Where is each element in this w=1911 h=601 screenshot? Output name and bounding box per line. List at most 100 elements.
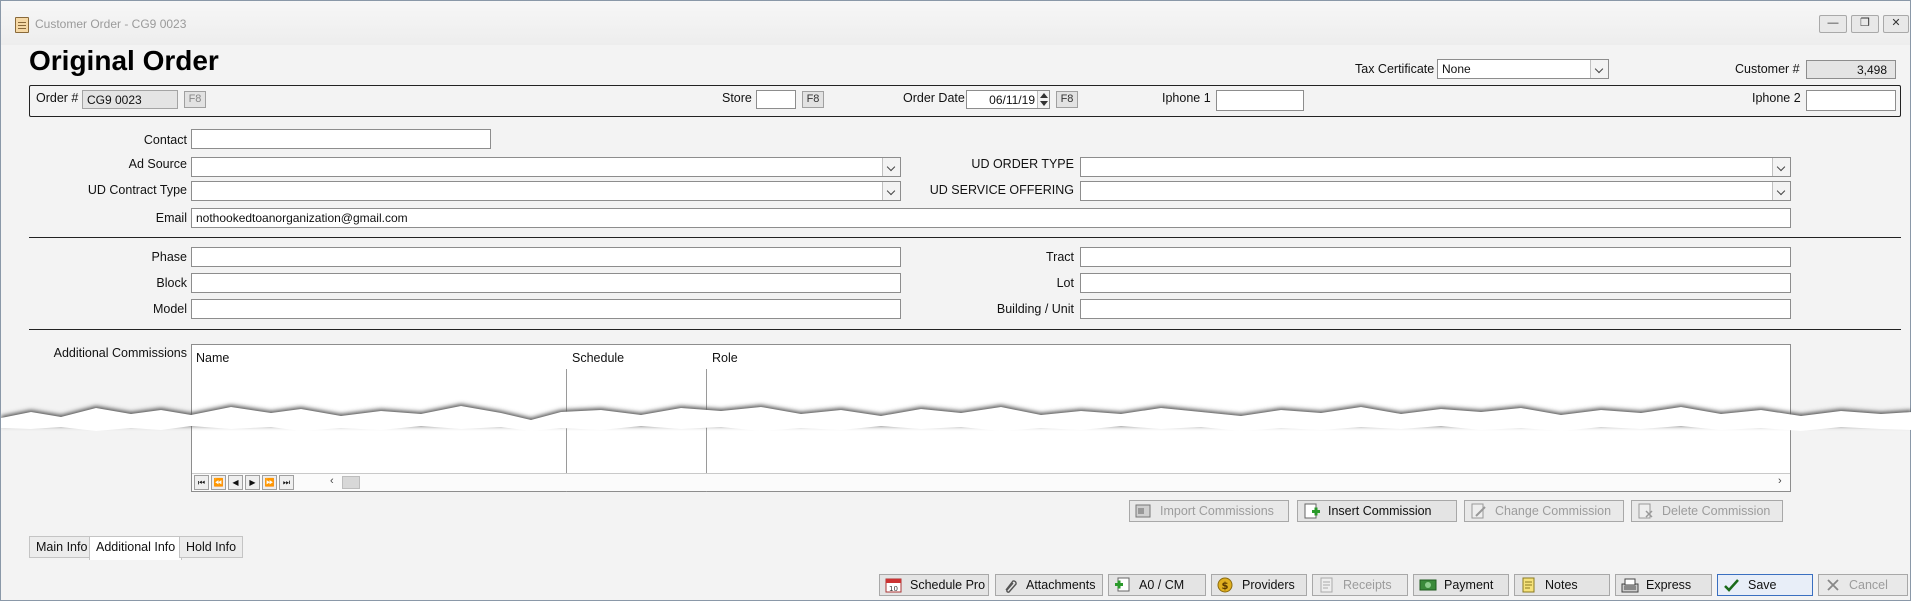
title-bar: Customer Order - CG9 0023 — ❐ ✕ — [1, 1, 1910, 45]
email-field[interactable]: nothookedtoanorganization@gmail.com — [191, 208, 1791, 228]
grid-navigator: ⏮ ⏪ ◀ ▶ ⏩ ⏭ ‹ › — [192, 473, 1790, 491]
ud-service-offering-label: UD SERVICE OFFERING — [929, 183, 1074, 197]
order-date-field[interactable]: 06/11/19 — [966, 90, 1050, 109]
express-button[interactable]: Express — [1615, 574, 1712, 596]
order-number-label: Order # — [36, 91, 79, 105]
horizontal-scrollbar-thumb[interactable] — [342, 476, 360, 489]
additional-commissions-label: Additional Commissions — [53, 346, 187, 360]
chevron-down-icon[interactable] — [1590, 60, 1608, 78]
next-page-icon[interactable]: ⏩ — [262, 475, 277, 490]
order-date-f8-button[interactable]: F8 — [1056, 91, 1078, 108]
chevron-down-icon[interactable] — [1772, 158, 1790, 176]
page-title: Original Order — [29, 45, 219, 76]
save-button[interactable]: Save — [1717, 574, 1813, 596]
email-label: Email — [155, 211, 187, 225]
svg-text:10: 10 — [889, 585, 898, 593]
tract-field[interactable] — [1080, 247, 1791, 267]
chevron-down-icon[interactable] — [882, 182, 900, 200]
tract-label: Tract — [1045, 250, 1074, 264]
import-commissions-button[interactable]: Import Commissions — [1129, 500, 1289, 522]
cancel-icon — [1827, 579, 1839, 591]
calendar-icon: 10 — [885, 578, 902, 593]
tax-certificate-value: None — [1442, 62, 1471, 76]
phase-field[interactable] — [191, 247, 901, 267]
prior-page-icon[interactable]: ⏪ — [211, 475, 226, 490]
ud-service-offering-select[interactable] — [1080, 181, 1791, 201]
receipts-button[interactable]: Receipts — [1312, 574, 1408, 596]
prior-record-icon[interactable]: ◀ — [228, 475, 243, 490]
notes-button[interactable]: Notes — [1514, 574, 1610, 596]
phone2-label: Iphone 2 — [1752, 91, 1801, 105]
payment-button[interactable]: Payment — [1413, 574, 1509, 596]
phone2-field[interactable] — [1806, 90, 1896, 111]
order-lookup-f8-button[interactable]: F8 — [184, 91, 206, 108]
first-record-icon[interactable]: ⏮ — [194, 475, 209, 490]
delete-icon — [1638, 503, 1653, 519]
order-header: Order # CG9 0023 F8 Store F8 Order Date … — [29, 85, 1901, 117]
insert-commission-button[interactable]: Insert Commission — [1297, 500, 1457, 522]
insert-icon — [1304, 503, 1320, 519]
scroll-left-icon[interactable]: ‹ — [330, 475, 334, 487]
note-icon — [1522, 577, 1535, 593]
cancel-button[interactable]: Cancel — [1818, 574, 1908, 596]
providers-button[interactable]: $ Providers — [1211, 574, 1307, 596]
customer-number-field: 3,498 — [1806, 60, 1896, 79]
ao-cm-button[interactable]: A0 / CM — [1108, 574, 1206, 596]
restore-button[interactable]: ❐ — [1851, 15, 1879, 33]
store-lookup-f8-button[interactable]: F8 — [802, 91, 824, 108]
contact-label: Contact — [143, 133, 187, 147]
contact-field[interactable] — [191, 129, 491, 149]
edit-icon — [1471, 503, 1486, 519]
lot-field[interactable] — [1080, 273, 1791, 293]
ud-contract-type-select[interactable] — [191, 181, 901, 201]
column-header-name[interactable]: Name — [196, 351, 229, 365]
torn-edge-decoration — [1, 404, 1911, 431]
minimize-button[interactable]: — — [1819, 15, 1847, 33]
ud-contract-type-label: UD Contract Type — [87, 183, 187, 197]
providers-icon: $ — [1217, 577, 1233, 593]
customer-order-window: Customer Order - CG9 0023 — ❐ ✕ Original… — [0, 0, 1911, 601]
order-date-label: Order Date — [903, 91, 965, 105]
ad-source-select[interactable] — [191, 157, 901, 177]
window-title: Customer Order - CG9 0023 — [35, 17, 187, 31]
lot-label: Lot — [1056, 276, 1074, 290]
section-divider — [29, 237, 1901, 238]
import-icon — [1135, 504, 1151, 518]
tab-main-info[interactable]: Main Info — [29, 536, 95, 558]
schedule-pro-button[interactable]: 10 Schedule Pro — [879, 574, 989, 596]
last-record-icon[interactable]: ⏭ — [279, 475, 294, 490]
block-label: Block — [156, 276, 187, 290]
attachments-button[interactable]: Attachments — [995, 574, 1103, 596]
phase-label: Phase — [151, 250, 187, 264]
block-field[interactable] — [191, 273, 901, 293]
money-icon — [1419, 579, 1437, 591]
model-label: Model — [152, 302, 187, 316]
chevron-down-icon[interactable] — [882, 158, 900, 176]
store-field[interactable] — [756, 90, 796, 109]
model-field[interactable] — [191, 299, 901, 319]
order-date-value: 06/11/19 — [989, 93, 1035, 107]
scroll-right-icon[interactable]: › — [1778, 475, 1782, 487]
column-header-role[interactable]: Role — [712, 351, 738, 365]
register-icon — [1621, 578, 1639, 593]
column-header-schedule[interactable]: Schedule — [572, 351, 624, 365]
ud-order-type-label: UD ORDER TYPE — [971, 157, 1074, 171]
delete-commission-button[interactable]: Delete Commission — [1631, 500, 1783, 522]
change-commission-button[interactable]: Change Commission — [1464, 500, 1624, 522]
close-button[interactable]: ✕ — [1883, 15, 1909, 33]
building-unit-field[interactable] — [1080, 299, 1791, 319]
next-record-icon[interactable]: ▶ — [245, 475, 260, 490]
section-divider — [29, 329, 1901, 330]
date-spinner[interactable] — [1037, 91, 1049, 108]
ud-order-type-select[interactable] — [1080, 157, 1791, 177]
svg-text:$: $ — [1222, 581, 1229, 592]
chevron-down-icon[interactable] — [1772, 182, 1790, 200]
ad-source-label: Ad Source — [128, 157, 187, 171]
order-number-field: CG9 0023 — [82, 90, 178, 109]
tab-additional-info[interactable]: Additional Info — [89, 536, 183, 560]
receipt-icon — [1320, 577, 1333, 593]
tax-certificate-select[interactable]: None — [1437, 59, 1609, 79]
phone1-field[interactable] — [1216, 90, 1304, 111]
tax-certificate-label: Tax Certificate — [1355, 62, 1435, 76]
tab-hold-info[interactable]: Hold Info — [179, 536, 244, 558]
